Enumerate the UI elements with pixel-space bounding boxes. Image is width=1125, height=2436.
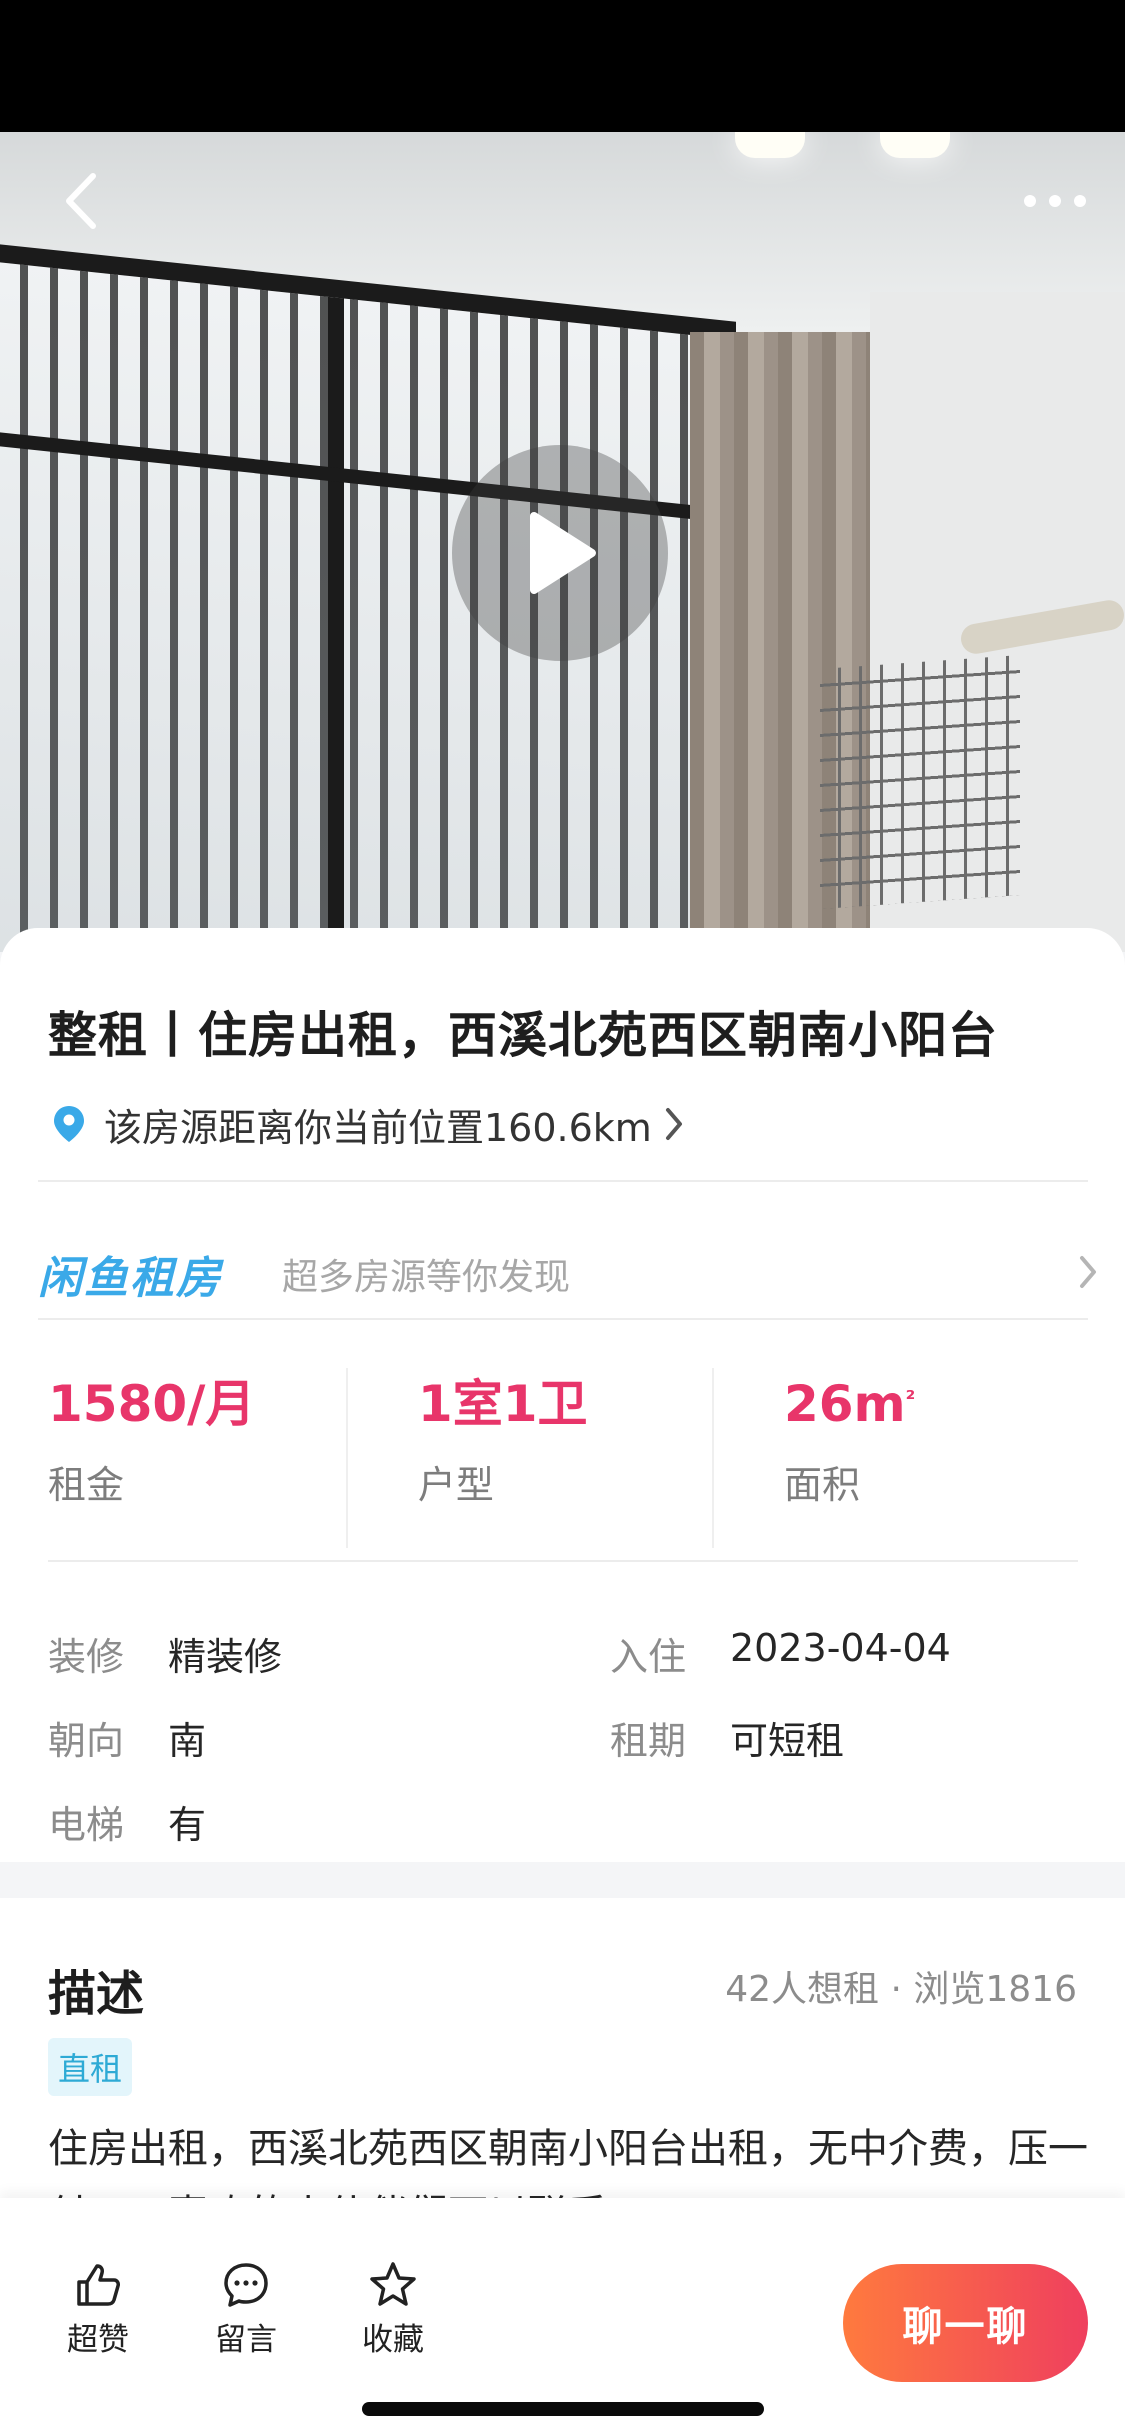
promo-banner[interactable]: 闲鱼租房 超多房源等你发现	[38, 1224, 1098, 1324]
detail-term: 租期 可短租	[610, 1710, 844, 1765]
comment-label: 留言	[215, 2322, 277, 2358]
detail-label: 租期	[610, 1719, 687, 1763]
more-icon	[1024, 195, 1086, 207]
more-button[interactable]	[1010, 166, 1100, 236]
key-stats: 1580/月 租金 1室1卫 户型 26m² 面积	[48, 1368, 1078, 1548]
description-title: 描述	[48, 1966, 145, 2022]
detail-label: 电梯	[48, 1803, 125, 1847]
chevron-right-icon	[1080, 1256, 1096, 1288]
detail-value: 南	[168, 1719, 207, 1763]
stat-value: 1室1卫	[417, 1375, 588, 1433]
listing-title: 整租丨住房出租，西溪北苑西区朝南小阳台	[48, 1007, 999, 1064]
favorite-label: 收藏	[362, 2322, 424, 2358]
detail-label: 装修	[48, 1635, 125, 1679]
favorite-button[interactable]: 收藏	[338, 2260, 448, 2359]
bottom-action-bar: 超赞 留言 收藏 聊一聊	[0, 2198, 1125, 2436]
direct-rent-tag: 直租	[48, 2038, 133, 2096]
promo-logo: 闲鱼租房	[38, 1253, 222, 1304]
divider	[48, 1560, 1078, 1562]
thumbs-up-icon	[77, 2264, 120, 2306]
detail-value: 2023-04-04	[730, 1626, 951, 1670]
stat-label: 租金	[48, 1463, 125, 1507]
divider	[38, 1318, 1088, 1320]
home-indicator	[362, 2402, 764, 2416]
comment-icon	[224, 2263, 268, 2307]
description-text: 住房出租，西溪北苑西区朝南小阳台出租，无中介费，压一付一，喜欢的小伙伴们可以联系…	[48, 2126, 1088, 2198]
stat-label: 户型	[417, 1463, 494, 1507]
divider	[38, 1180, 1088, 1182]
like-label: 超赞	[67, 2322, 129, 2358]
stat-layout: 1室1卫 户型	[345, 1368, 712, 1548]
back-icon	[66, 173, 96, 229]
detail-decoration: 装修 精装修	[48, 1626, 282, 1681]
detail-label: 朝向	[48, 1719, 125, 1763]
back-button[interactable]	[46, 166, 116, 236]
stat-label: 面积	[783, 1463, 860, 1507]
detail-label: 入住	[610, 1635, 687, 1679]
photo-ceiling-light	[735, 132, 805, 158]
detail-value: 精装修	[168, 1635, 283, 1679]
photo-ceiling-light	[880, 132, 950, 158]
chat-button[interactable]: 聊一聊	[843, 2264, 1088, 2382]
chevron-right-icon	[665, 1108, 682, 1140]
comment-button[interactable]: 留言	[191, 2260, 301, 2359]
detail-value: 有	[168, 1803, 207, 1847]
play-video-button[interactable]	[452, 445, 668, 661]
stat-area-value: 26m	[783, 1375, 906, 1433]
detail-value: 可短租	[730, 1719, 845, 1763]
stat-value: 26m²	[784, 1374, 1078, 1434]
star-icon	[370, 2262, 416, 2306]
stat-area-unit-sup: ²	[905, 1387, 916, 1412]
detail-movein: 入住 2023-04-04	[610, 1626, 951, 1681]
like-button[interactable]: 超赞	[43, 2260, 153, 2359]
promo-text: 超多房源等你发现	[282, 1257, 571, 1298]
detail-orientation: 朝向 南	[48, 1710, 206, 1765]
photo-rack	[820, 655, 1020, 909]
location-pin-icon	[54, 1106, 84, 1142]
play-icon	[530, 512, 596, 594]
description-section: 描述 42人想租 · 浏览1816 直租 住房出租，西溪北苑西区朝南小阳台出租，…	[0, 1898, 1125, 2198]
description-stats: 42人想租 · 浏览1816	[725, 1969, 1077, 2010]
status-bar	[0, 0, 1125, 132]
location-distance: 该房源距离你当前位置160.6km	[104, 1105, 652, 1150]
detail-elevator: 电梯 有	[48, 1794, 206, 1849]
stat-area: 26m² 面积	[711, 1368, 1078, 1548]
listing-info-card: 整租丨住房出租，西溪北苑西区朝南小阳台 该房源距离你当前位置160.6km 闲鱼…	[0, 928, 1125, 1862]
stat-rent: 1580/月 租金	[48, 1368, 346, 1548]
stat-value: 1580/月	[48, 1375, 256, 1433]
location-row[interactable]: 该房源距离你当前位置160.6km	[52, 1096, 684, 1152]
